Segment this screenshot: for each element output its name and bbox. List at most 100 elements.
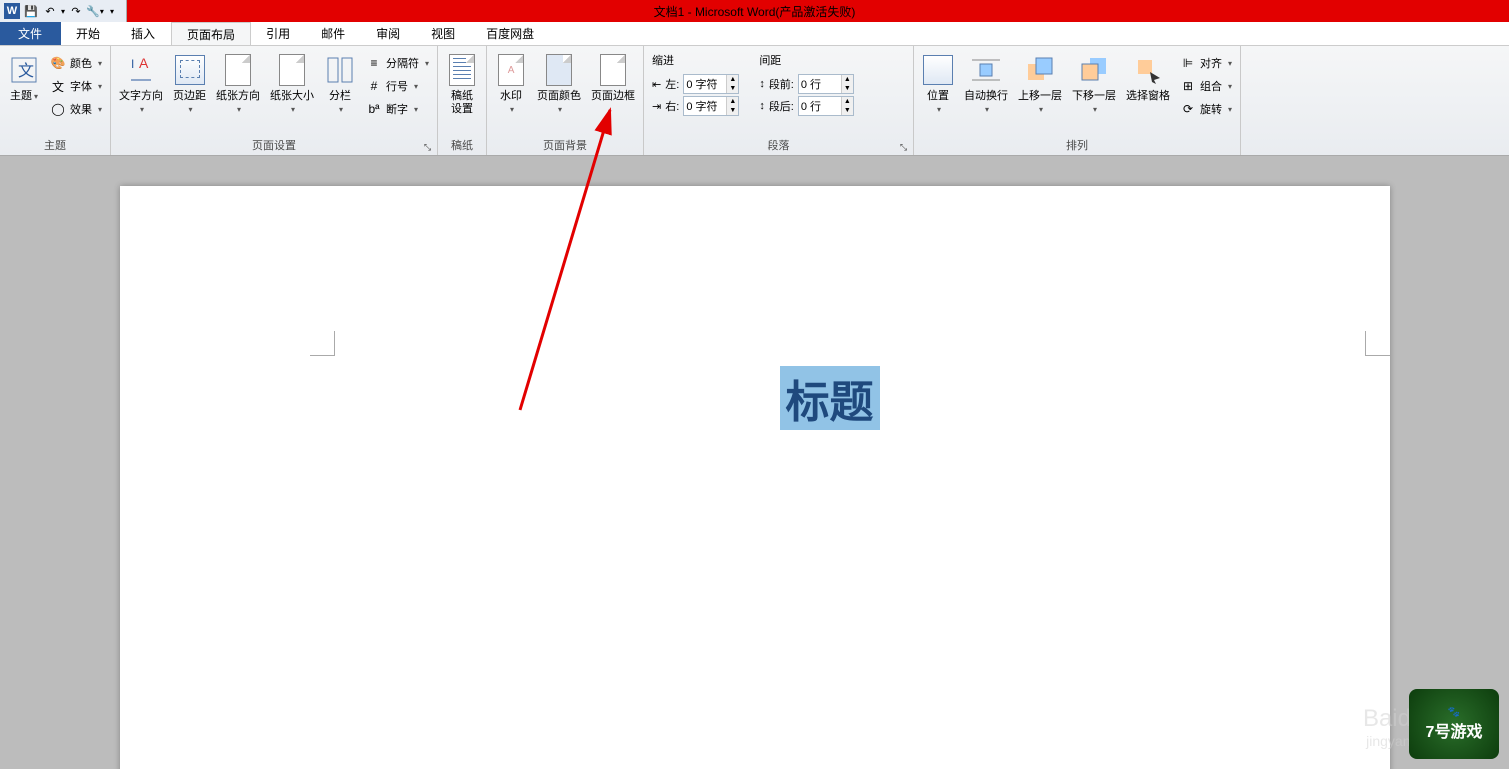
group-page-background: A水印▾ 页面颜色▾ 页面边框 页面背景 (487, 46, 644, 155)
group-manuscript: 稿纸 设置 稿纸 (438, 46, 487, 155)
tab-page-layout[interactable]: 页面布局 (171, 22, 251, 45)
position-button[interactable]: 位置▾ (918, 52, 958, 118)
group-label-themes: 主题 (4, 135, 106, 155)
group-arrange: 位置▾ 自动换行▾ 上移一层▾ 下移一层▾ 选择窗格 ⊫对齐▾ ⊞组合▾ ⟳旋转… (914, 46, 1241, 155)
orientation-icon (222, 54, 254, 86)
tab-review[interactable]: 审阅 (361, 22, 416, 45)
line-numbers-button[interactable]: #行号▾ (362, 75, 433, 97)
tab-mailings[interactable]: 邮件 (306, 22, 361, 45)
page-setup-launcher[interactable]: ⤡ (424, 142, 431, 153)
document-heading-selected[interactable]: 标题 (780, 366, 880, 430)
svg-text:A: A (139, 55, 149, 71)
margins-button[interactable]: 页边距▾ (169, 52, 210, 118)
page-borders-icon (597, 54, 629, 86)
align-icon: ⊫ (1180, 55, 1196, 71)
tab-home[interactable]: 开始 (61, 22, 116, 45)
indent-left-icon: ⇤ (652, 78, 661, 91)
group-objects-button[interactable]: ⊞组合▾ (1176, 75, 1236, 97)
send-backward-button[interactable]: 下移一层▾ (1068, 52, 1120, 118)
redo-button[interactable]: ↷ (68, 3, 84, 19)
window-title: 文档1 - Microsoft Word(产品激活失败) (654, 3, 856, 20)
watermark-button[interactable]: A水印▾ (491, 52, 531, 118)
margin-corner-top-right (1365, 331, 1390, 356)
size-button[interactable]: 纸张大小▾ (266, 52, 318, 118)
theme-fonts-button[interactable]: 文字体▾ (46, 75, 106, 97)
columns-icon (324, 54, 356, 86)
text-direction-icon: IA (125, 54, 157, 86)
tab-baidu[interactable]: 百度网盘 (471, 22, 550, 45)
tab-file[interactable]: 文件 (0, 22, 61, 45)
quick-access-toolbar: W 💾 ↶ ▾ ↷ 🔧▾ ▾ (0, 0, 127, 22)
rotate-icon: ⟳ (1180, 101, 1196, 117)
page-color-button[interactable]: 页面颜色▾ (533, 52, 585, 118)
group-label-paragraph: 段落⤡ (648, 135, 909, 155)
spacing-before-input[interactable]: ▲▼ (798, 74, 854, 94)
page-color-icon (543, 54, 575, 86)
group-label-manuscript: 稿纸 (442, 135, 482, 155)
theme-effects-button[interactable]: ◯效果▾ (46, 98, 106, 120)
page-borders-button[interactable]: 页面边框 (587, 52, 639, 105)
group-label-arrange: 排列 (918, 135, 1236, 155)
ribbon-tabs: 文件 开始 插入 页面布局 引用 邮件 审阅 视图 百度网盘 (0, 22, 1509, 46)
spacing-after-icon: ↕ (759, 100, 765, 112)
bring-forward-button[interactable]: 上移一层▾ (1014, 52, 1066, 118)
indent-left-label: 左: (665, 76, 679, 92)
effects-icon: ◯ (50, 101, 66, 117)
hyphenation-icon: bª (366, 101, 382, 117)
tab-insert[interactable]: 插入 (116, 22, 171, 45)
hyphenation-button[interactable]: bª断字▾ (362, 98, 433, 120)
indent-left-input[interactable]: ▲▼ (683, 74, 739, 94)
spacing-after-label: 段后: (769, 98, 794, 114)
wrap-icon (970, 54, 1002, 86)
wrap-text-button[interactable]: 自动换行▾ (960, 52, 1012, 118)
document-page[interactable]: 标题 (120, 186, 1390, 769)
selection-icon (1132, 54, 1164, 86)
qat-dropdown-icon[interactable]: ▾ (106, 7, 118, 16)
indent-label: 缩进 (652, 52, 739, 72)
word-icon: W (4, 3, 20, 19)
indent-right-input[interactable]: ▲▼ (683, 96, 739, 116)
theme-colors-button[interactable]: 🎨颜色▾ (46, 52, 106, 74)
tab-view[interactable]: 视图 (416, 22, 471, 45)
group-paragraph: 缩进 ⇤左:▲▼ ⇥右:▲▼ 间距 ↕段前:▲▼ ↕段后:▲▼ 段落⤡ (644, 46, 914, 155)
manuscript-icon (446, 54, 478, 86)
columns-button[interactable]: 分栏▾ (320, 52, 360, 118)
rotate-button[interactable]: ⟳旋转▾ (1176, 98, 1236, 120)
themes-button[interactable]: 文 主题▾ (4, 52, 44, 105)
undo-button[interactable]: ↶ (42, 3, 58, 19)
watermark-icon: A (495, 54, 527, 86)
orientation-button[interactable]: 纸张方向▾ (212, 52, 264, 118)
group-page-setup: IA文字方向▾ 页边距▾ 纸张方向▾ 纸张大小▾ 分栏▾ ≡分隔符▾ #行号▾ … (111, 46, 438, 155)
group-label-page-setup: 页面设置⤡ (115, 135, 433, 155)
document-workspace[interactable]: 标题 (0, 156, 1509, 769)
fonts-icon: 文 (50, 78, 66, 94)
spacing-before-icon: ↕ (759, 78, 765, 90)
text-direction-button[interactable]: IA文字方向▾ (115, 52, 167, 118)
margin-corner-top-left (310, 331, 335, 356)
forward-icon (1024, 54, 1056, 86)
ribbon: 文 主题▾ 🎨颜色▾ 文字体▾ ◯效果▾ 主题 IA文字方向▾ 页边距▾ 纸张方… (0, 46, 1509, 156)
selection-pane-button[interactable]: 选择窗格 (1122, 52, 1174, 105)
manuscript-settings-button[interactable]: 稿纸 设置 (442, 52, 482, 118)
align-button[interactable]: ⊫对齐▾ (1176, 52, 1236, 74)
line-numbers-icon: # (366, 78, 382, 94)
svg-text:I: I (131, 57, 134, 71)
title-bar: W 💾 ↶ ▾ ↷ 🔧▾ ▾ 文档1 - Microsoft Word(产品激活… (0, 0, 1509, 22)
indent-right-label: 右: (665, 98, 679, 114)
save-button[interactable]: 💾 (23, 3, 39, 19)
colors-icon: 🎨 (50, 55, 66, 71)
paragraph-launcher[interactable]: ⤡ (900, 142, 907, 153)
spacing-label: 间距 (759, 52, 854, 72)
tab-references[interactable]: 引用 (251, 22, 306, 45)
group-label-page-background: 页面背景 (491, 135, 639, 155)
size-icon (276, 54, 308, 86)
themes-icon: 文 (8, 54, 40, 86)
qat-customize-button[interactable]: 🔧▾ (87, 3, 103, 19)
group-icon: ⊞ (1180, 78, 1196, 94)
svg-text:文: 文 (18, 62, 34, 80)
group-themes: 文 主题▾ 🎨颜色▾ 文字体▾ ◯效果▾ 主题 (0, 46, 111, 155)
spacing-after-input[interactable]: ▲▼ (798, 96, 854, 116)
breaks-button[interactable]: ≡分隔符▾ (362, 52, 433, 74)
margins-icon (174, 54, 206, 86)
spacing-before-label: 段前: (769, 76, 794, 92)
